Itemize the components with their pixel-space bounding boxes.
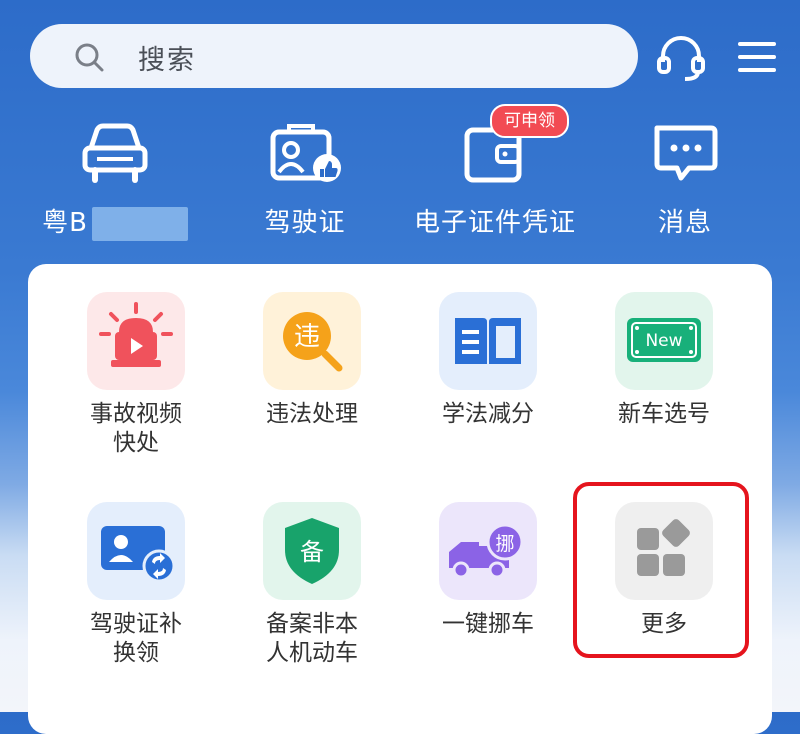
customer-service-icon[interactable] [655, 34, 707, 82]
service-label: 备案非本 人机动车 [266, 611, 358, 666]
service-label: 学法减分 [442, 401, 534, 427]
top-bar: 搜索 [0, 0, 800, 100]
svg-text:违: 违 [294, 322, 320, 352]
service-accident-video[interactable]: 事故视频 快处 [56, 292, 216, 458]
tile-background: 备 [263, 502, 361, 600]
quick-action-vehicle[interactable]: 粤B [20, 110, 210, 241]
tile-background: New [615, 292, 713, 390]
message-icon [654, 125, 718, 181]
search-placeholder: 搜索 [138, 45, 196, 76]
truck-icon: 挪 [449, 523, 524, 579]
service-label: 事故视频 快处 [90, 401, 182, 456]
service-license-renewal[interactable]: 驾驶证补 换领 [56, 502, 216, 668]
tile-background [439, 292, 537, 390]
svg-text:挪: 挪 [495, 533, 514, 555]
shield-icon: 备 [285, 518, 339, 584]
tile-background: 挪 [439, 502, 537, 600]
search-icon [75, 43, 104, 72]
plate-mask [91, 206, 188, 241]
available-badge: 可申领 [490, 104, 569, 138]
tile-background [87, 502, 185, 600]
service-label: 一键挪车 [442, 611, 534, 637]
tile-background [87, 292, 185, 390]
vehicle-plate: 粤B [20, 202, 210, 241]
quick-action-license[interactable]: 驾驶证 [210, 110, 400, 240]
quick-action-label: 驾驶证 [264, 208, 346, 238]
service-move-car[interactable]: 挪 一键挪车 [408, 502, 568, 639]
service-label: 新车选号 [618, 401, 710, 427]
license-swap-icon [101, 526, 176, 583]
quick-action-label: 消息 [657, 208, 712, 238]
violation-icon: 违 [283, 312, 343, 372]
tile-background: 违 [263, 292, 361, 390]
new-plate-icon: New [627, 318, 701, 362]
menu-icon[interactable] [738, 40, 776, 74]
license-icon [270, 124, 341, 182]
service-violation[interactable]: 违 违法处理 [232, 292, 392, 429]
quick-action-messages[interactable]: 消息 [590, 110, 780, 240]
service-label: 驾驶证补 换领 [90, 611, 182, 666]
service-label: 违法处理 [266, 401, 358, 427]
car-icon [82, 123, 148, 183]
siren-icon [99, 302, 173, 367]
service-register-vehicle[interactable]: 备 备案非本 人机动车 [232, 502, 392, 668]
highlight-box [573, 482, 749, 658]
book-icon [455, 318, 521, 364]
service-new-plate[interactable]: New 新车选号 [584, 292, 744, 429]
svg-text:New: New [645, 331, 682, 351]
service-study-law[interactable]: 学法减分 [408, 292, 568, 429]
search-bar[interactable]: 搜索 [30, 24, 638, 88]
quick-action-label: 电子证件凭证 [413, 208, 576, 238]
svg-text:备: 备 [300, 538, 324, 566]
